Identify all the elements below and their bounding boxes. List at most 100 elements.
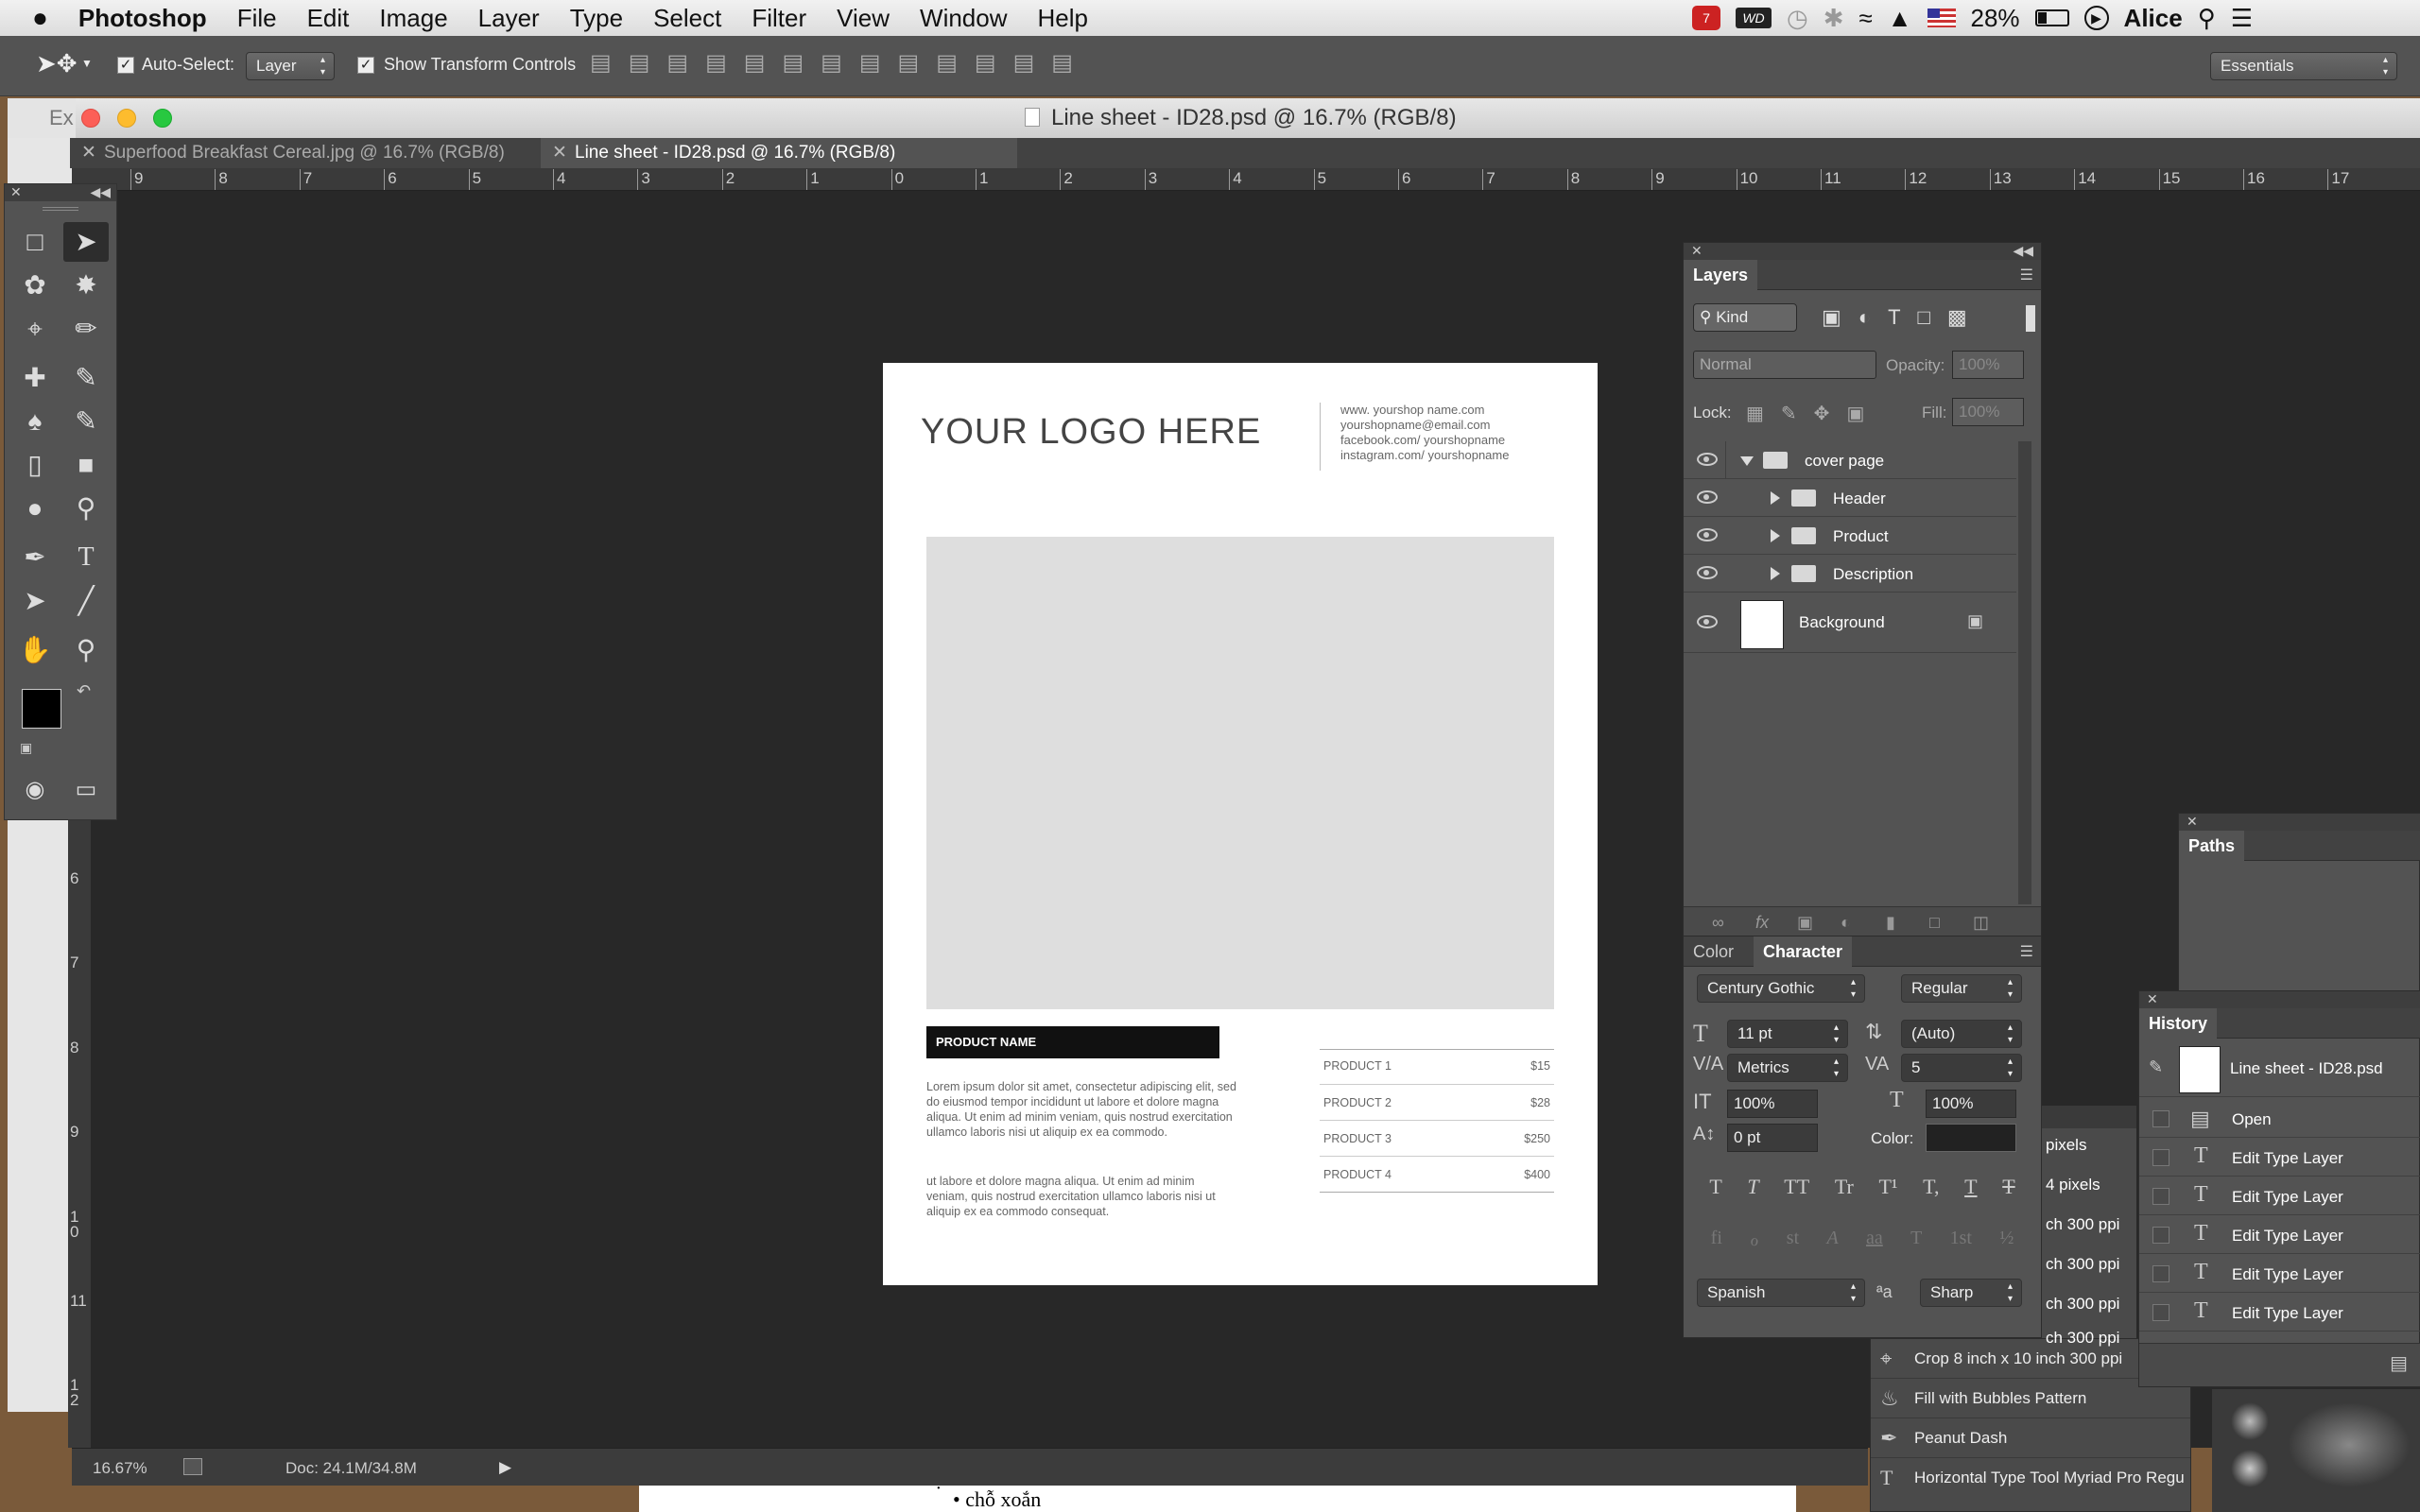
line-tool-icon[interactable]: ╱ xyxy=(63,581,109,621)
filter-toggle[interactable] xyxy=(2026,305,2035,332)
history-state[interactable]: T Edit Type Layer xyxy=(2139,1177,2420,1215)
close-icon[interactable]: ✕ xyxy=(2187,814,2198,830)
ordinals-button[interactable]: 1st xyxy=(1950,1228,1972,1251)
apple-menu-icon[interactable]: ● xyxy=(0,3,63,33)
blur-tool-icon[interactable]: ● xyxy=(12,489,58,528)
spotlight-search-icon[interactable]: ⚲ xyxy=(2198,4,2216,33)
battery-percent[interactable]: 28% xyxy=(1971,4,2020,33)
time-machine-icon[interactable]: ◷ xyxy=(1787,4,1808,33)
tab-layers[interactable]: Layers xyxy=(1684,260,1758,290)
align-top-icon[interactable]: ▤ xyxy=(590,50,629,76)
lasso-tool-icon[interactable]: ✿ xyxy=(12,266,58,305)
stylistic-alternates-button[interactable]: aa xyxy=(1866,1228,1883,1251)
action-item-partial[interactable]: ch 300 ppi xyxy=(2046,1295,2119,1314)
close-icon[interactable]: ✕ xyxy=(10,184,22,200)
menu-layer[interactable]: Layer xyxy=(463,4,555,33)
history-brush-checkbox[interactable] xyxy=(2152,1304,2169,1321)
action-item-partial[interactable]: ch 300 ppi xyxy=(2046,1215,2119,1234)
type-tool-icon[interactable]: T xyxy=(63,538,109,577)
document-page[interactable]: YOUR LOGO HERE www. yourshop name.com yo… xyxy=(883,363,1598,1285)
auto-select-checkbox[interactable]: ✓ xyxy=(117,55,134,75)
close-tab-icon[interactable]: ✕ xyxy=(552,138,567,168)
history-brush-checkbox[interactable] xyxy=(2152,1265,2169,1282)
menu-view[interactable]: View xyxy=(821,4,905,33)
history-brush-tool-icon[interactable]: ✎ xyxy=(63,402,109,441)
trash-icon[interactable]: ◫ xyxy=(1973,913,1989,933)
vertical-scale-input[interactable]: 100% xyxy=(1727,1090,1818,1118)
tab-character[interactable]: Character xyxy=(1754,936,1853,967)
fx-icon[interactable]: fx xyxy=(1755,913,1769,933)
menu-window[interactable]: Window xyxy=(905,4,1022,33)
font-size-input[interactable]: 11 pt xyxy=(1727,1020,1848,1048)
lock-all-icon[interactable]: ▣ xyxy=(1846,404,1881,424)
action-item-partial[interactable]: ch 300 ppi xyxy=(2046,1329,2119,1348)
filter-kind-dropdown[interactable]: ⚲ Kind xyxy=(1693,303,1797,332)
expand-triangle-icon[interactable] xyxy=(1771,567,1780,580)
visibility-eye-icon[interactable] xyxy=(1697,566,1718,579)
healing-brush-tool-icon[interactable]: ✚ xyxy=(12,358,58,398)
strikethrough-button[interactable]: T xyxy=(2002,1175,2014,1199)
notification-center-icon[interactable]: ☰ xyxy=(2231,4,2253,33)
subscript-button[interactable]: T, xyxy=(1923,1175,1939,1199)
fractions-button[interactable]: ½ xyxy=(1999,1228,2014,1251)
menu-help[interactable]: Help xyxy=(1023,4,1103,33)
status-menu-arrow-icon[interactable]: ▶ xyxy=(499,1458,511,1477)
fill-input[interactable]: 100% xyxy=(1952,398,2024,426)
horizontal-scale-input[interactable]: 100% xyxy=(1926,1090,2016,1118)
lock-position-icon[interactable]: ✥ xyxy=(1814,404,1847,424)
panel-menu-icon[interactable]: ☰ xyxy=(2020,942,2033,961)
smart-object-filter-icon[interactable]: ▩ xyxy=(1947,305,1984,329)
menu-select[interactable]: Select xyxy=(638,4,736,33)
action-item[interactable]: T Horizontal Type Tool Myriad Pro Regu xyxy=(1871,1458,2190,1498)
history-brush-checkbox[interactable] xyxy=(2152,1149,2169,1166)
lock-image-icon[interactable]: ✎ xyxy=(1781,404,1814,424)
wd-drive-icon[interactable]: WD xyxy=(1736,8,1772,28)
layers-scrollbar[interactable] xyxy=(2018,441,2031,904)
adjustment-filter-icon[interactable]: ◐ xyxy=(1858,305,1888,329)
superscript-button[interactable]: T¹ xyxy=(1878,1175,1897,1199)
type-filter-icon[interactable]: T xyxy=(1888,305,1917,329)
align-hcenter-icon[interactable]: ▤ xyxy=(744,50,783,76)
eyedropper-tool-icon[interactable]: ✏ xyxy=(63,309,109,349)
lock-transparent-icon[interactable]: ▦ xyxy=(1746,404,1781,424)
history-brush-checkbox[interactable] xyxy=(2152,1227,2169,1244)
clone-stamp-tool-icon[interactable]: ♠ xyxy=(12,402,58,441)
align-left-icon[interactable]: ▤ xyxy=(705,50,744,76)
horizontal-ruler[interactable]: 9 8 7 6 5 4 3 2 1 0 1 2 3 4 5 6 7 8 9 10 11 12 13 14 15 16 17 xyxy=(72,168,2420,191)
menu-filter[interactable]: Filter xyxy=(736,4,821,33)
shape-filter-icon[interactable]: □ xyxy=(1918,305,1947,329)
screen-mode-icon[interactable]: ▭ xyxy=(63,770,109,810)
history-snapshot[interactable]: ✎ Line sheet - ID28.psd xyxy=(2139,1040,2420,1097)
close-tab-icon[interactable]: ✕ xyxy=(81,138,96,168)
new-document-from-state-icon[interactable]: ▤ xyxy=(2390,1351,2408,1375)
tab-line-sheet[interactable]: ✕ Line sheet - ID28.psd @ 16.7% (RGB/8) xyxy=(541,138,1017,168)
history-state[interactable]: T Edit Type Layer xyxy=(2139,1215,2420,1254)
align-bottom-icon[interactable]: ▤ xyxy=(666,50,705,76)
opacity-input[interactable]: 100% xyxy=(1952,351,2024,379)
zoom-tool-icon[interactable]: ⚲ xyxy=(63,630,109,670)
align-vcenter-icon[interactable]: ▤ xyxy=(629,50,667,76)
hand-tool-icon[interactable]: ✋ xyxy=(12,630,58,670)
add-mask-icon[interactable]: ▣ xyxy=(1797,913,1813,933)
history-brush-source-icon[interactable]: ✎ xyxy=(2149,1057,2163,1077)
history-state[interactable]: T Edit Type Layer xyxy=(2139,1138,2420,1177)
visibility-eye-icon[interactable] xyxy=(1697,453,1718,466)
menu-file[interactable]: File xyxy=(222,4,292,33)
titling-alternates-button[interactable]: T xyxy=(1910,1228,1922,1251)
ligatures-button[interactable]: fi xyxy=(1711,1228,1722,1251)
move-tool-icon[interactable]: ➤ xyxy=(63,222,109,262)
history-state[interactable]: T Edit Type Layer xyxy=(2139,1254,2420,1293)
small-caps-button[interactable]: Tr xyxy=(1835,1175,1854,1199)
app-menu[interactable]: Photoshop xyxy=(63,4,222,33)
auto-align-icon[interactable]: ▤ xyxy=(1051,50,1090,76)
foreground-color-swatch[interactable] xyxy=(22,689,61,729)
document-proxy-icon[interactable] xyxy=(1025,108,1040,127)
visibility-eye-icon[interactable] xyxy=(1697,490,1718,504)
tracking-input[interactable]: 5 xyxy=(1901,1054,2022,1082)
default-colors-icon[interactable]: ▣ xyxy=(20,740,32,756)
move-tool-preset-icon[interactable]: ➤✥ xyxy=(36,49,78,78)
visibility-eye-icon[interactable] xyxy=(1697,615,1718,628)
swap-colors-icon[interactable]: ↶ xyxy=(77,681,91,701)
link-layers-icon[interactable]: ∞ xyxy=(1712,913,1724,933)
old-style-button[interactable]: ℴ xyxy=(1750,1228,1758,1251)
